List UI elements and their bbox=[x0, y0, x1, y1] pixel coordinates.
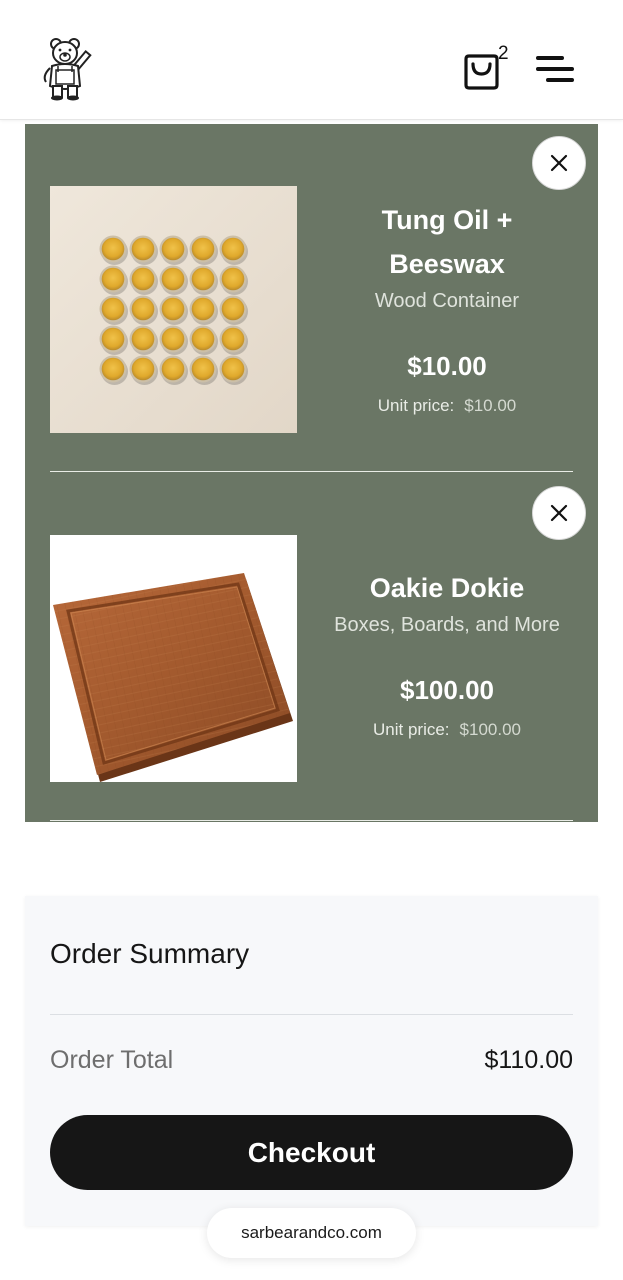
remove-item-button[interactable] bbox=[532, 136, 586, 190]
item-name[interactable]: Beeswax bbox=[323, 242, 571, 286]
item-price: $100.00 bbox=[400, 675, 494, 705]
bear-mascot-icon[interactable] bbox=[38, 36, 98, 102]
cart-items-panel: Tung Oil + Beeswax Wood Container $10.00… bbox=[25, 124, 598, 822]
cutting-board-image[interactable] bbox=[50, 535, 297, 782]
order-total-value: $110.00 bbox=[484, 1046, 573, 1074]
item-category: Wood Container bbox=[374, 290, 520, 312]
item-divider bbox=[50, 820, 573, 821]
item-details: Tung Oil + Beeswax Wood Container $10.00… bbox=[323, 198, 571, 416]
site-header: 2 bbox=[0, 0, 623, 120]
summary-divider bbox=[50, 1014, 573, 1015]
item-unit-price: Unit price: $100.00 bbox=[323, 720, 571, 740]
item-name[interactable]: Tung Oil + bbox=[323, 198, 571, 242]
close-icon bbox=[550, 154, 568, 172]
close-icon bbox=[550, 504, 568, 522]
menu-button[interactable] bbox=[534, 52, 576, 88]
unit-price-value: $10.00 bbox=[464, 396, 517, 415]
item-price: $10.00 bbox=[407, 351, 487, 381]
browser-url-bar[interactable]: sarbearandco.com bbox=[207, 1208, 416, 1258]
item-details: Oakie Dokie Boxes, Boards, and More $100… bbox=[323, 566, 571, 740]
hamburger-menu-icon bbox=[536, 56, 574, 82]
unit-price-label: Unit price: bbox=[377, 396, 455, 415]
remove-item-button[interactable] bbox=[532, 486, 586, 540]
checkout-button[interactable]: Checkout bbox=[50, 1115, 573, 1190]
item-category: Boxes, Boards, and More bbox=[334, 614, 560, 636]
item-name[interactable]: Oakie Dokie bbox=[323, 566, 571, 610]
order-total-label: Order Total bbox=[50, 1046, 174, 1074]
cart-count-badge: 2 bbox=[498, 43, 509, 64]
order-summary: Order Summary Order Total $110.00 Checko… bbox=[25, 896, 598, 1226]
unit-price-label: Unit price: bbox=[373, 720, 450, 739]
summary-title: Order Summary bbox=[50, 938, 250, 969]
item-unit-price: Unit price: $10.00 bbox=[323, 396, 571, 416]
unit-price-value: $100.00 bbox=[459, 720, 521, 739]
beeswax-tins-image[interactable] bbox=[50, 186, 297, 433]
item-divider bbox=[50, 471, 573, 472]
